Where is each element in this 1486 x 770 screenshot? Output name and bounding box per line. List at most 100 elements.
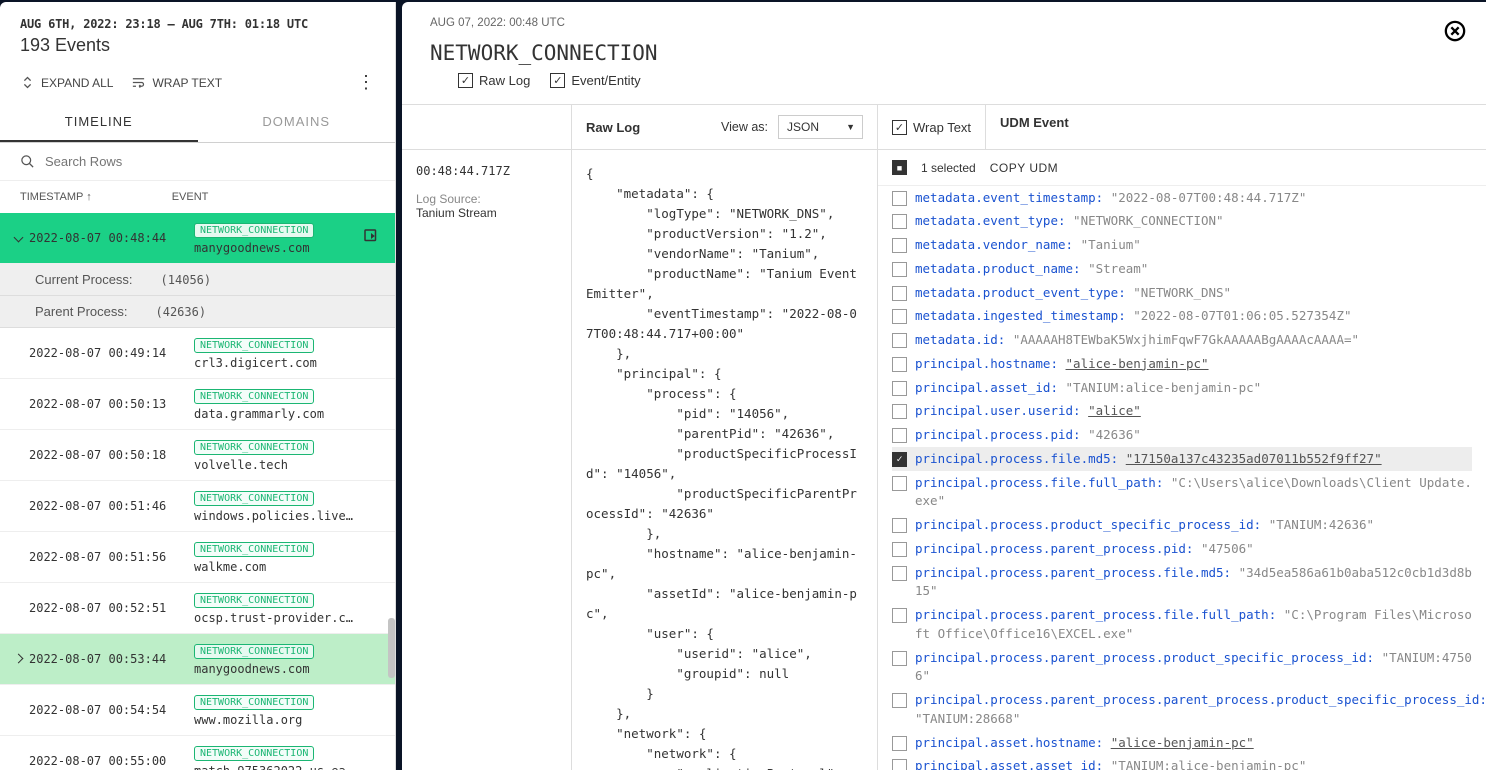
row-timestamp: 2022-08-07 00:50:18 (29, 448, 194, 462)
field-checkbox[interactable] (892, 736, 907, 751)
event-row[interactable]: 2022-08-07 00:49:14NETWORK_CONNECTIONcrl… (0, 328, 395, 379)
search-input[interactable] (43, 153, 375, 170)
field-key: principal.process.parent_process.file.md… (915, 565, 1231, 580)
field-checkbox[interactable] (892, 428, 907, 443)
udm-field[interactable]: principal.asset.hostname: "alice-benjami… (892, 731, 1472, 755)
tab-domains[interactable]: DOMAINS (198, 103, 396, 142)
event-row[interactable]: 2022-08-07 00:50:18NETWORK_CONNECTIONvol… (0, 430, 395, 481)
row-timestamp: 2022-08-07 00:53:44 (29, 652, 194, 666)
scrollbar[interactable] (388, 618, 395, 678)
more-menu-icon[interactable]: ⋮ (357, 72, 375, 93)
search-icon (20, 154, 35, 169)
event-row[interactable]: 2022-08-07 00:48:44NETWORK_CONNECTIONman… (0, 213, 395, 264)
field-checkbox[interactable] (892, 191, 907, 206)
udm-field[interactable]: ✓principal.process.file.md5: "17150a137c… (892, 447, 1472, 471)
field-value: "TANIUM:alice-benjamin-pc" (1066, 380, 1262, 395)
rawlog-checkbox[interactable]: ✓Raw Log (458, 73, 530, 88)
field-checkbox[interactable] (892, 693, 907, 708)
udm-field[interactable]: principal.asset_id: "TANIUM:alice-benjam… (892, 376, 1472, 400)
event-detail: manygoodnews.com (194, 662, 380, 676)
field-checkbox[interactable]: ✓ (892, 452, 907, 467)
udm-field[interactable]: principal.process.parent_process.product… (892, 646, 1472, 689)
field-value[interactable]: "alice" (1088, 403, 1141, 418)
field-value: "2022-08-07T01:06:05.527354Z" (1133, 308, 1351, 323)
field-checkbox[interactable] (892, 759, 907, 770)
select-all-checkbox[interactable]: ■ (892, 160, 907, 175)
field-value: "Stream" (1088, 261, 1148, 276)
row-timestamp: 2022-08-07 00:51:46 (29, 499, 194, 513)
field-value[interactable]: "alice-benjamin-pc" (1066, 356, 1209, 371)
udm-field[interactable]: principal.hostname: "alice-benjamin-pc" (892, 352, 1472, 376)
wraptext-checkbox[interactable]: ✓Wrap Text (892, 120, 971, 135)
tab-timeline[interactable]: TIMELINE (0, 103, 198, 142)
field-value[interactable]: "alice-benjamin-pc" (1111, 735, 1254, 750)
field-value: "42636" (1088, 427, 1141, 442)
field-key: principal.process.parent_process.product… (915, 650, 1374, 665)
field-checkbox[interactable] (892, 476, 907, 491)
udm-field[interactable]: metadata.event_type: "NETWORK_CONNECTION… (892, 210, 1472, 234)
subrow-current[interactable]: Current Process:(14056) (0, 264, 395, 296)
event-row[interactable]: 2022-08-07 00:54:54NETWORK_CONNECTIONwww… (0, 685, 395, 736)
field-checkbox[interactable] (892, 651, 907, 666)
udm-field[interactable]: metadata.ingested_timestamp: "2022-08-07… (892, 305, 1472, 329)
event-row[interactable]: 2022-08-07 00:53:44NETWORK_CONNECTIONman… (0, 634, 395, 685)
event-count: 193 Events (20, 35, 375, 56)
event-detail: walkme.com (194, 560, 380, 574)
udm-field[interactable]: principal.process.file.full_path: "C:\Us… (892, 471, 1472, 514)
event-badge: NETWORK_CONNECTION (194, 223, 314, 238)
event-detail: volvelle.tech (194, 458, 380, 472)
field-checkbox[interactable] (892, 608, 907, 623)
udm-field[interactable]: metadata.product_event_type: "NETWORK_DN… (892, 281, 1472, 305)
udm-field[interactable]: principal.process.parent_process.file.md… (892, 561, 1472, 604)
event-detail: ocsp.trust-provider.c… (194, 611, 380, 625)
field-checkbox[interactable] (892, 518, 907, 533)
event-row[interactable]: 2022-08-07 00:55:00NETWORK_CONNECTIONmat… (0, 736, 395, 770)
udm-field[interactable]: metadata.event_timestamp: "2022-08-07T00… (892, 186, 1472, 210)
event-row[interactable]: 2022-08-07 00:52:51NETWORK_CONNECTIONocs… (0, 583, 395, 634)
udm-field[interactable]: principal.process.product_specific_proce… (892, 514, 1472, 538)
event-detail: www.mozilla.org (194, 713, 380, 727)
field-checkbox[interactable] (892, 404, 907, 419)
copy-udm-button[interactable]: COPY UDM (990, 161, 1058, 175)
viewas-select[interactable]: JSON (778, 115, 863, 139)
udm-field[interactable]: metadata.product_name: "Stream" (892, 257, 1472, 281)
field-checkbox[interactable] (892, 566, 907, 581)
udm-field[interactable]: metadata.vendor_name: "Tanium" (892, 234, 1472, 258)
detail-timestamp: AUG 07, 2022: 00:48 UTC (430, 17, 1458, 29)
field-checkbox[interactable] (892, 214, 907, 229)
event-row[interactable]: 2022-08-07 00:50:13NETWORK_CONNECTIONdat… (0, 379, 395, 430)
close-icon[interactable] (1444, 20, 1466, 48)
udm-field[interactable]: principal.user.userid: "alice" (892, 400, 1472, 424)
field-checkbox[interactable] (892, 286, 907, 301)
udm-field[interactable]: principal.process.parent_process.pid: "4… (892, 537, 1472, 561)
field-checkbox[interactable] (892, 262, 907, 277)
open-external-icon[interactable] (362, 227, 380, 250)
detail-panel: AUG 07, 2022: 00:48 UTC NETWORK_CONNECTI… (402, 2, 1486, 770)
udm-field[interactable]: principal.asset.asset_id: "TANIUM:alice-… (892, 755, 1472, 770)
subrow-parent[interactable]: Parent Process:(42636) (0, 296, 395, 328)
expand-all-button[interactable]: EXPAND ALL (20, 75, 113, 90)
event-row[interactable]: 2022-08-07 00:51:46NETWORK_CONNECTIONwin… (0, 481, 395, 532)
col-event[interactable]: EVENT (172, 191, 209, 203)
udm-field[interactable]: principal.process.pid: "42636" (892, 424, 1472, 448)
event-rows: 2022-08-07 00:48:44NETWORK_CONNECTIONman… (0, 213, 395, 770)
field-value[interactable]: "17150a137c43235ad07011b552f9ff27" (1126, 451, 1382, 466)
field-checkbox[interactable] (892, 238, 907, 253)
col-timestamp[interactable]: TIMESTAMP ↑ (20, 191, 92, 203)
field-checkbox[interactable] (892, 381, 907, 396)
wrap-text-button[interactable]: WRAP TEXT (131, 75, 222, 90)
chevron-icon (15, 653, 29, 665)
field-checkbox[interactable] (892, 357, 907, 372)
wrap-icon (131, 75, 146, 90)
field-checkbox[interactable] (892, 309, 907, 324)
udm-field[interactable]: metadata.id: "AAAAAH8TEWbaK5WxjhimFqwF7G… (892, 329, 1472, 353)
udm-field[interactable]: principal.process.parent_process.file.fu… (892, 604, 1472, 647)
field-checkbox[interactable] (892, 333, 907, 348)
field-value: "NETWORK_CONNECTION" (1073, 213, 1224, 228)
event-badge: NETWORK_CONNECTION (194, 593, 314, 608)
field-value: "NETWORK_DNS" (1133, 285, 1231, 300)
event-row[interactable]: 2022-08-07 00:51:56NETWORK_CONNECTIONwal… (0, 532, 395, 583)
field-checkbox[interactable] (892, 542, 907, 557)
evententity-checkbox[interactable]: ✓Event/Entity (550, 73, 640, 88)
udm-field[interactable]: principal.process.parent_process.parent_… (892, 689, 1472, 732)
